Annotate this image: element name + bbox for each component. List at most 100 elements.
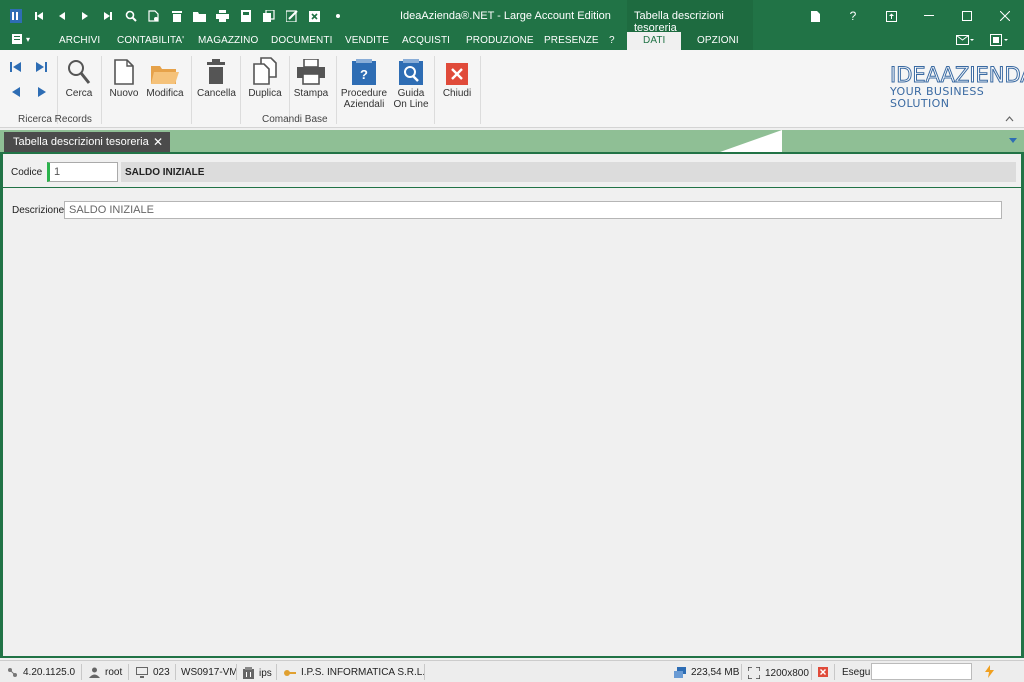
logo-line-1: IDEAAZIENDA (890, 63, 1024, 87)
last-record-button[interactable] (36, 62, 48, 75)
tab-help[interactable]: ? (609, 35, 615, 46)
tab-archivi[interactable]: ARCHIVI (59, 35, 100, 46)
app-icon[interactable] (4, 6, 27, 26)
status-resolution: 1200x800 (748, 667, 809, 679)
tab-presenze[interactable]: PRESENZE (544, 35, 599, 46)
trash-icon[interactable] (165, 6, 188, 26)
tab-vendite[interactable]: VENDITE (345, 35, 389, 46)
status-separator (175, 664, 176, 680)
descrizione-label: Descrizione (12, 205, 65, 216)
folder-icon[interactable] (188, 6, 211, 26)
status-separator (236, 664, 237, 680)
stampa-button[interactable]: Stampa (293, 55, 329, 99)
duplica-button[interactable]: Duplica (246, 55, 284, 99)
next-icon (38, 87, 46, 97)
previous-record-icon[interactable] (50, 6, 73, 26)
company-text: I.P.S. INFORMATICA S.R.L. (301, 667, 426, 678)
new-document-icon[interactable] (142, 6, 165, 26)
status-version: 4.20.1125.0 (7, 667, 75, 678)
cerca-button[interactable]: Cerca (63, 55, 95, 99)
document-tab-strip: Tabella descrizioni tesoreria ✕ (0, 130, 1024, 152)
header-description: SALDO INIZIALE (121, 162, 1016, 182)
first-icon (10, 62, 21, 72)
next-record-icon[interactable] (73, 6, 96, 26)
tab-list-dropdown-icon[interactable] (1009, 135, 1017, 145)
modifica-label: Modifica (146, 88, 184, 99)
copy-icon[interactable] (257, 6, 280, 26)
restore-layout-icon[interactable] (872, 0, 910, 32)
tab-opzioni[interactable]: OPZIONI (681, 32, 753, 50)
online-guide-icon (393, 55, 429, 85)
app-menu-button[interactable]: ▾ (12, 34, 30, 44)
status-company: I.P.S. INFORMATICA S.R.L. (284, 667, 425, 678)
status-database: ips (243, 667, 272, 679)
aziendali-label: Aziendali (343, 99, 385, 110)
status-error-button[interactable] (818, 667, 828, 677)
machine-text: WS0917-VM (181, 667, 238, 678)
tab-acquisti[interactable]: ACQUISTI (402, 35, 450, 46)
resolution-text: 1200x800 (765, 667, 809, 679)
cancella-button[interactable]: Cancella (197, 55, 236, 99)
close-red-icon (440, 55, 474, 85)
online-label: On Line (393, 99, 429, 110)
previous-record-button[interactable] (12, 87, 21, 100)
menu-icon (12, 34, 22, 44)
tab-contabilita[interactable]: CONTABILITA' (117, 35, 184, 46)
memory-icon (674, 667, 686, 678)
printer-icon[interactable] (211, 6, 234, 26)
modifica-button[interactable]: Modifica (145, 55, 185, 99)
stampa-label: Stampa (293, 88, 329, 99)
codice-field[interactable]: 1 (47, 162, 118, 182)
error-close-icon (818, 667, 828, 677)
duplicate-icon (246, 55, 284, 85)
open-folder-icon (145, 55, 185, 85)
duplica-label: Duplica (248, 88, 282, 99)
procedure-aziendali-button[interactable]: ? Procedure Aziendali (340, 55, 388, 110)
nuovo-button[interactable]: Nuovo (107, 55, 141, 99)
status-user: root (89, 667, 122, 678)
group-label-ricerca: Ricerca Records (18, 114, 92, 125)
status-machine: WS0917-VM (181, 667, 238, 678)
customize-toolbar-icon[interactable] (326, 6, 349, 26)
maximize-icon[interactable] (948, 0, 986, 32)
tab-documenti[interactable]: DOCUMENTI (271, 35, 332, 46)
cancella-label: Cancella (197, 88, 236, 99)
first-record-button[interactable] (10, 62, 22, 75)
close-record-icon[interactable] (303, 6, 326, 26)
tab-produzione[interactable]: PRODUZIONE (466, 35, 534, 46)
next-record-button[interactable] (38, 87, 47, 100)
minimize-icon[interactable] (910, 0, 948, 32)
version-text: 4.20.1125.0 (23, 667, 76, 678)
magnifier-icon (63, 55, 95, 85)
esegui-input[interactable] (871, 663, 972, 680)
collapse-ribbon-icon[interactable] (1005, 114, 1014, 124)
first-record-icon[interactable] (27, 6, 50, 26)
help-icon[interactable]: ? (834, 0, 872, 32)
document-tab[interactable]: Tabella descrizioni tesoreria ✕ (4, 132, 170, 152)
tab-magazzino[interactable]: MAGAZZINO (198, 35, 258, 46)
edit-icon[interactable] (280, 6, 303, 26)
last-record-icon[interactable] (96, 6, 119, 26)
execute-button[interactable] (985, 665, 994, 678)
descrizione-field[interactable]: SALDO INIZIALE (64, 201, 1002, 219)
search-icon[interactable] (119, 6, 142, 26)
user-icon (89, 667, 100, 678)
memory-text: 223,54 MB (691, 667, 740, 678)
company-logo: IDEAAZIENDA YOUR BUSINESS SOLUTION (890, 64, 1024, 110)
close-icon[interactable] (986, 0, 1024, 32)
ribbon-separator (336, 56, 337, 124)
document-tab-close-icon[interactable]: ✕ (153, 135, 163, 149)
form-panel: Codice 1 SALDO INIZIALE Descrizione SALD… (3, 154, 1021, 656)
ribbon-separator (434, 56, 435, 124)
status-memory: 223,54 MB (674, 667, 739, 678)
mail-icon[interactable] (956, 34, 974, 48)
document-icon[interactable] (796, 0, 834, 32)
chiudi-button[interactable]: Chiudi (440, 55, 474, 99)
layout-icon[interactable] (990, 34, 1008, 49)
tab-dati[interactable]: DATI (627, 32, 681, 50)
calculator-icon[interactable] (234, 6, 257, 26)
guida-online-button[interactable]: Guida On Line (393, 55, 429, 110)
status-separator (811, 664, 812, 680)
trash-icon (197, 55, 235, 85)
terminal-text: 023 (153, 667, 170, 678)
